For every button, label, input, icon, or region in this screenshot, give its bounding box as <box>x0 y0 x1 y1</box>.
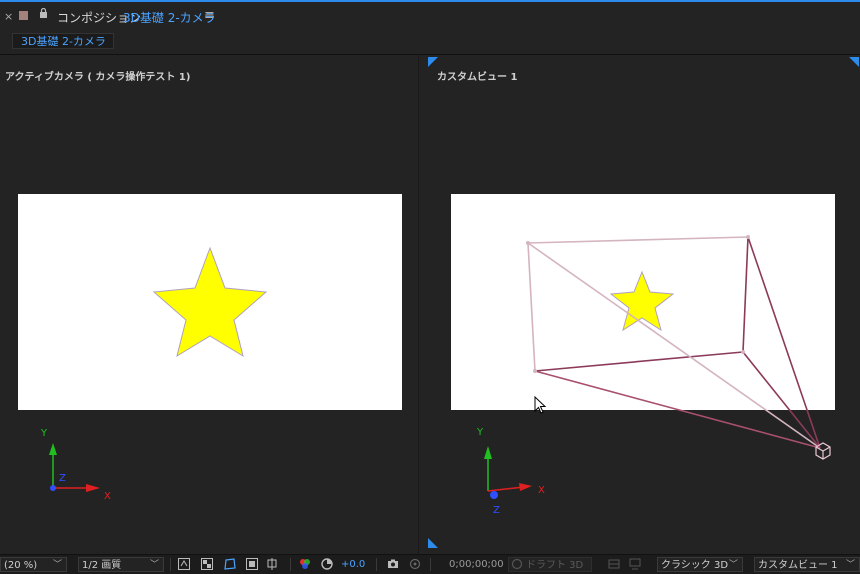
zoom-value: (20 %) <box>4 560 38 571</box>
grid-guides-icon[interactable] <box>267 558 279 570</box>
chevron-down-icon: ﹀ <box>149 560 159 570</box>
toolbar-separator <box>430 558 431 571</box>
camera-snapshot-icon[interactable] <box>387 558 399 570</box>
resolution-value: 1/2 画質 <box>82 560 122 571</box>
axis-y-label-right: Y <box>477 427 484 438</box>
camera-frustum[interactable] <box>0 0 860 573</box>
channels-icon[interactable] <box>299 558 311 570</box>
show-snapshot-icon[interactable] <box>409 558 421 570</box>
camera-body-icon[interactable] <box>812 440 832 460</box>
transparency-grid-icon[interactable] <box>201 558 213 570</box>
renderer-value: クラシック 3D <box>661 560 729 571</box>
extended-viewer-icon[interactable] <box>629 558 641 570</box>
view-value: カスタムビュー 1 <box>758 560 838 571</box>
axis-z-label-right: Z <box>493 505 500 516</box>
chevron-down-icon: ﹀ <box>52 560 62 570</box>
exposure-value[interactable]: +0.0 <box>341 557 365 572</box>
axis-x-label-right: X <box>538 485 545 496</box>
3d-ground-plane-icon[interactable] <box>608 558 620 570</box>
exposure-reset-icon[interactable] <box>321 558 333 570</box>
draft-3d-icon <box>511 558 523 570</box>
current-timecode[interactable]: 0;00;00;00 <box>449 557 504 572</box>
resolution-dropdown[interactable]: 1/2 画質 ﹀ <box>78 557 164 572</box>
region-of-interest-icon[interactable] <box>246 558 258 570</box>
composition-toolbar: (20 %) ﹀ 1/2 画質 ﹀ +0.0 0;00;00;00 ドラフト 3D … <box>0 554 860 574</box>
toolbar-separator <box>170 558 171 571</box>
chevron-down-icon: ﹀ <box>845 560 855 570</box>
renderer-dropdown[interactable]: クラシック 3D ﹀ <box>657 557 743 572</box>
mouse-cursor-icon <box>534 396 547 414</box>
zoom-dropdown[interactable]: (20 %) ﹀ <box>0 557 67 572</box>
toolbar-separator <box>376 558 377 571</box>
fast-preview-icon[interactable] <box>178 558 190 570</box>
view-dropdown[interactable]: カスタムビュー 1 ﹀ <box>754 557 860 572</box>
toolbar-separator <box>290 558 291 571</box>
mask-path-visibility-icon[interactable] <box>224 558 236 570</box>
chevron-down-icon: ﹀ <box>728 560 738 570</box>
